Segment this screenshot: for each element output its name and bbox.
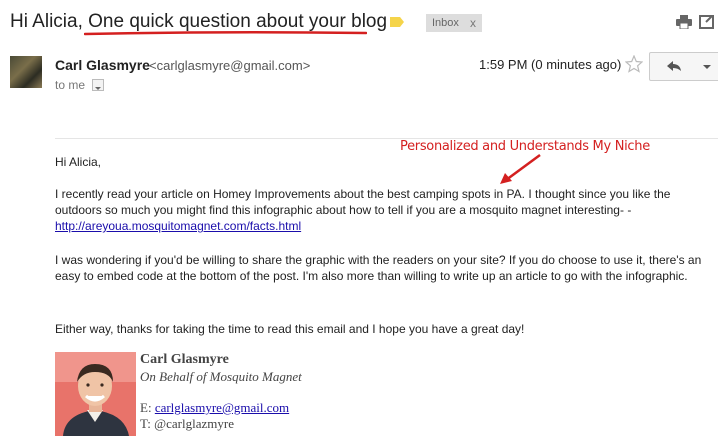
- signature-email-label: E:: [140, 400, 155, 415]
- signature-twitter: T: @carlglazmyre: [140, 416, 234, 431]
- message-greeting: Hi Alicia,: [55, 155, 102, 169]
- signature-email-link[interactable]: carlglasmyre@gmail.com: [155, 400, 289, 415]
- sender-name[interactable]: Carl Glasmyre: [55, 57, 150, 73]
- label-tag-icon[interactable]: [390, 17, 404, 27]
- sender-avatar[interactable]: [10, 56, 42, 88]
- recipient-text: to me: [55, 78, 86, 92]
- signature-photo: [55, 352, 136, 436]
- signature-name: Carl Glasmyre: [140, 352, 229, 367]
- signature-affiliation: On Behalf of Mosquito Magnet: [140, 369, 302, 384]
- message-time: 1:59 PM (0 minutes ago): [479, 57, 622, 72]
- subject-question: One quick question about your blog: [88, 11, 388, 32]
- red-underline-annotation: [84, 30, 367, 36]
- paragraph-1-text: I recently read your article on Homey Im…: [55, 187, 671, 217]
- message-paragraph-2: I was wondering if you'd be willing to s…: [55, 253, 702, 283]
- remove-label-button[interactable]: x: [470, 16, 476, 30]
- inbox-label-text: Inbox: [432, 17, 459, 29]
- subject-prefix: Hi Alicia,: [10, 11, 83, 32]
- chevron-down-icon: [703, 65, 711, 69]
- reply-button[interactable]: [649, 52, 697, 81]
- new-window-icon[interactable]: [699, 15, 714, 29]
- more-actions-button[interactable]: [696, 52, 718, 81]
- star-icon[interactable]: [625, 55, 643, 73]
- infographic-link[interactable]: http://areyoua.mosquitomagnet.com/facts.…: [55, 219, 301, 233]
- reply-arrow-icon: [667, 61, 681, 71]
- chevron-down-icon: [95, 87, 101, 90]
- sender-email: <carlglasmyre@gmail.com>: [149, 58, 311, 73]
- inbox-label-chip[interactable]: Inbox x: [426, 14, 482, 32]
- message-paragraph-1: I recently read your article on Homey Im…: [55, 186, 715, 234]
- signature-email-row: E: carlglasmyre@gmail.com: [140, 400, 289, 416]
- message-paragraph-3: Either way, thanks for taking the time t…: [55, 322, 525, 336]
- print-icon[interactable]: [676, 15, 692, 29]
- recipient-details-dropdown[interactable]: [92, 79, 104, 91]
